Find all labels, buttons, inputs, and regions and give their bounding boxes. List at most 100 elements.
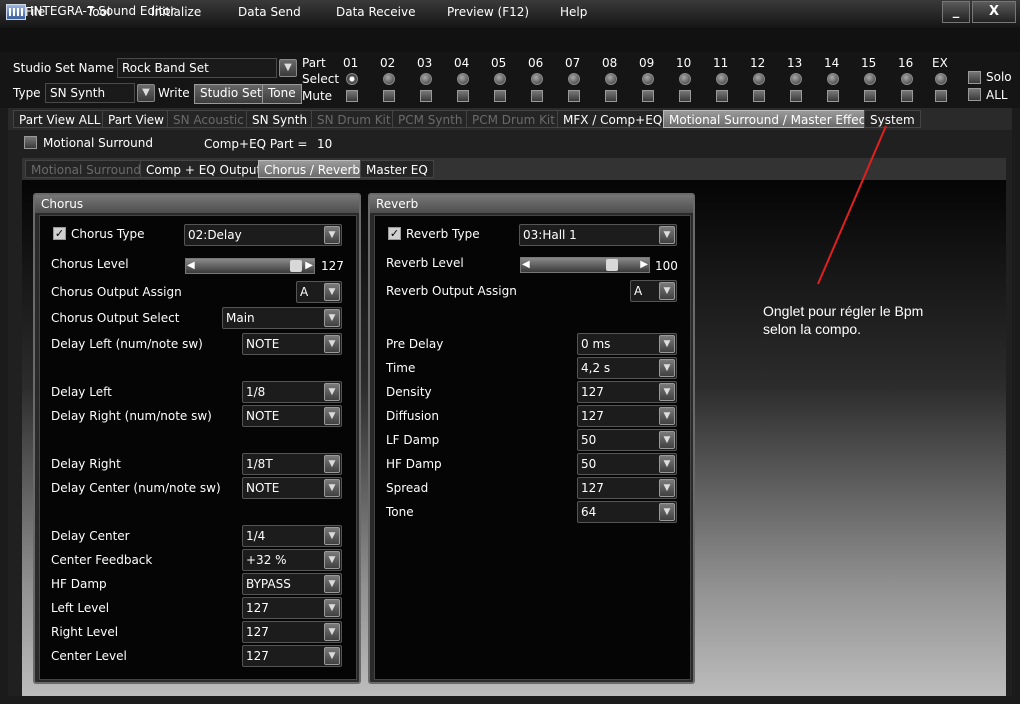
part-mute-checkbox-EX[interactable] <box>935 90 947 102</box>
tab-part-view-all[interactable]: Part View ALL <box>13 110 107 128</box>
menu-help[interactable]: Help <box>560 5 587 19</box>
part-select-radio-16[interactable] <box>901 73 913 85</box>
part-select-radio-08[interactable] <box>605 73 617 85</box>
subtab-comp-eq-output[interactable]: Comp + EQ Output <box>140 160 268 178</box>
part-mute-checkbox-07[interactable] <box>568 90 580 102</box>
chevron-down-icon[interactable]: ▼ <box>137 84 155 102</box>
part-mute-checkbox-14[interactable] <box>827 90 839 102</box>
part-select-radio-01[interactable] <box>346 73 358 85</box>
studio-set-name-field[interactable]: Rock Band Set <box>117 58 277 78</box>
menu-initialize[interactable]: Initialize <box>151 5 201 19</box>
motional-surround-checkbox[interactable] <box>24 136 37 149</box>
part-select-radio-10[interactable] <box>679 73 691 85</box>
part-select-radio-14[interactable] <box>827 73 839 85</box>
part-mute-checkbox-05[interactable] <box>494 90 506 102</box>
part-select-radio-12[interactable] <box>753 73 765 85</box>
tab-pcm-synth[interactable]: PCM Synth <box>392 110 469 128</box>
reverb-output-assign-select[interactable]: A ▼ <box>630 280 677 302</box>
tab-mfx-comp-eq[interactable]: MFX / Comp+EQ <box>557 110 669 128</box>
part-mute-checkbox-12[interactable] <box>753 90 765 102</box>
part-mute-checkbox-15[interactable] <box>864 90 876 102</box>
part-mute-checkbox-10[interactable] <box>679 90 691 102</box>
subtab-motional-surround[interactable]: Motional Surround <box>25 160 147 178</box>
chorus-delay-center-select[interactable]: 1/4 ▼ <box>242 525 342 547</box>
menu-tool[interactable]: Tool <box>87 5 110 19</box>
reverb-lf-damp-select[interactable]: 50 ▼ <box>577 429 677 451</box>
chorus-delay-left-select[interactable]: 1/8 ▼ <box>242 381 342 403</box>
reverb-time-select[interactable]: 4,2 s ▼ <box>577 357 677 379</box>
part-mute-checkbox-08[interactable] <box>605 90 617 102</box>
tab-sn-acoustic[interactable]: SN Acoustic <box>167 110 250 128</box>
chorus-left-level-select[interactable]: 127 ▼ <box>242 597 342 619</box>
reverb-diffusion-select[interactable]: 127 ▼ <box>577 405 677 427</box>
part-mute-checkbox-11[interactable] <box>716 90 728 102</box>
reverb-type-checkbox[interactable]: ✓ <box>388 227 401 240</box>
subtab-chorus-reverb[interactable]: Chorus / Reverb <box>258 160 367 178</box>
chorus-hf-damp-select[interactable]: BYPASS ▼ <box>242 573 342 595</box>
menu-data-send[interactable]: Data Send <box>238 5 301 19</box>
type-select[interactable]: SN Synth <box>45 83 135 103</box>
chorus-delay-center-num-note-sw-select[interactable]: NOTE ▼ <box>242 477 342 499</box>
reverb-tone-select[interactable]: 64 ▼ <box>577 501 677 523</box>
chorus-level-value: 127 <box>321 259 344 273</box>
part-mute-checkbox-03[interactable] <box>420 90 432 102</box>
part-select-radio-11[interactable] <box>716 73 728 85</box>
menu-file[interactable]: File <box>25 5 45 19</box>
tab-pcm-drum-kit[interactable]: PCM Drum Kit <box>466 110 561 128</box>
close-button[interactable]: X <box>972 1 1016 23</box>
comp-eq-part-value[interactable]: 10 <box>317 137 332 151</box>
write-tone-button[interactable]: Tone <box>262 84 302 104</box>
chorus-type-select[interactable]: 02:Delay ▼ <box>184 224 342 246</box>
chevron-down-icon[interactable]: ▼ <box>279 59 297 77</box>
chorus-level-slider[interactable]: ◀ ▶ <box>185 258 315 274</box>
reverb-level-slider[interactable]: ◀ ▶ <box>520 257 650 273</box>
part-select-radio-07[interactable] <box>568 73 580 85</box>
reverb-type-select[interactable]: 03:Hall 1 ▼ <box>519 224 677 246</box>
reverb-density-select[interactable]: 127 ▼ <box>577 381 677 403</box>
reverb-level-label: Reverb Level <box>386 256 464 270</box>
chorus-center-level-select[interactable]: 127 ▼ <box>242 645 342 667</box>
chorus-delay-right-num-note-sw-select[interactable]: NOTE ▼ <box>242 405 342 427</box>
tab-sn-synth[interactable]: SN Synth <box>246 110 314 128</box>
select-label: Select <box>302 72 340 86</box>
part-mute-checkbox-04[interactable] <box>457 90 469 102</box>
chorus-delay-left-num-note-sw-select[interactable]: NOTE ▼ <box>242 333 342 355</box>
part-select-radio-15[interactable] <box>864 73 876 85</box>
part-select-radio-02[interactable] <box>383 73 395 85</box>
part-mute-checkbox-09[interactable] <box>642 90 654 102</box>
part-select-radio-13[interactable] <box>790 73 802 85</box>
tab-sn-drum-kit[interactable]: SN Drum Kit <box>311 110 397 128</box>
part-mute-checkbox-16[interactable] <box>901 90 913 102</box>
reverb-spread-select[interactable]: 127 ▼ <box>577 477 677 499</box>
tab-part-view[interactable]: Part View <box>102 110 170 128</box>
part-select-radio-06[interactable] <box>531 73 543 85</box>
part-number-03: 03 <box>417 56 433 70</box>
part-select-radio-04[interactable] <box>457 73 469 85</box>
menu-data-receive[interactable]: Data Receive <box>336 5 415 19</box>
part-select-radio-05[interactable] <box>494 73 506 85</box>
menu-preview[interactable]: Preview (F12) <box>447 5 529 19</box>
all-checkbox[interactable] <box>968 88 981 101</box>
reverb-hf-damp-select[interactable]: 50 ▼ <box>577 453 677 475</box>
part-mute-checkbox-06[interactable] <box>531 90 543 102</box>
subtab-master-eq[interactable]: Master EQ <box>360 160 434 178</box>
write-studio-set-button[interactable]: Studio Set <box>194 84 268 104</box>
chorus-right-level-select[interactable]: 127 ▼ <box>242 621 342 643</box>
chorus-type-checkbox[interactable]: ✓ <box>53 227 66 240</box>
chorus-output-assign-select[interactable]: A ▼ <box>296 281 342 303</box>
reverb-pre-delay-select[interactable]: 0 ms ▼ <box>577 333 677 355</box>
part-mute-checkbox-01[interactable] <box>346 90 358 102</box>
solo-checkbox[interactable] <box>968 71 981 84</box>
part-select-radio-09[interactable] <box>642 73 654 85</box>
right-arrow-icon: ▶ <box>640 259 648 270</box>
chorus-right-level-label: Right Level <box>51 625 119 639</box>
part-mute-checkbox-02[interactable] <box>383 90 395 102</box>
chorus-output-select-select[interactable]: Main ▼ <box>222 307 342 329</box>
minimize-button[interactable]: _ <box>942 1 970 23</box>
chorus-center-feedback-select[interactable]: +32 % ▼ <box>242 549 342 571</box>
part-select-radio-03[interactable] <box>420 73 432 85</box>
part-select-radio-EX[interactable] <box>935 73 947 85</box>
reverb-panel-title: Reverb <box>370 195 693 213</box>
chorus-delay-right-select[interactable]: 1/8T ▼ <box>242 453 342 475</box>
part-mute-checkbox-13[interactable] <box>790 90 802 102</box>
